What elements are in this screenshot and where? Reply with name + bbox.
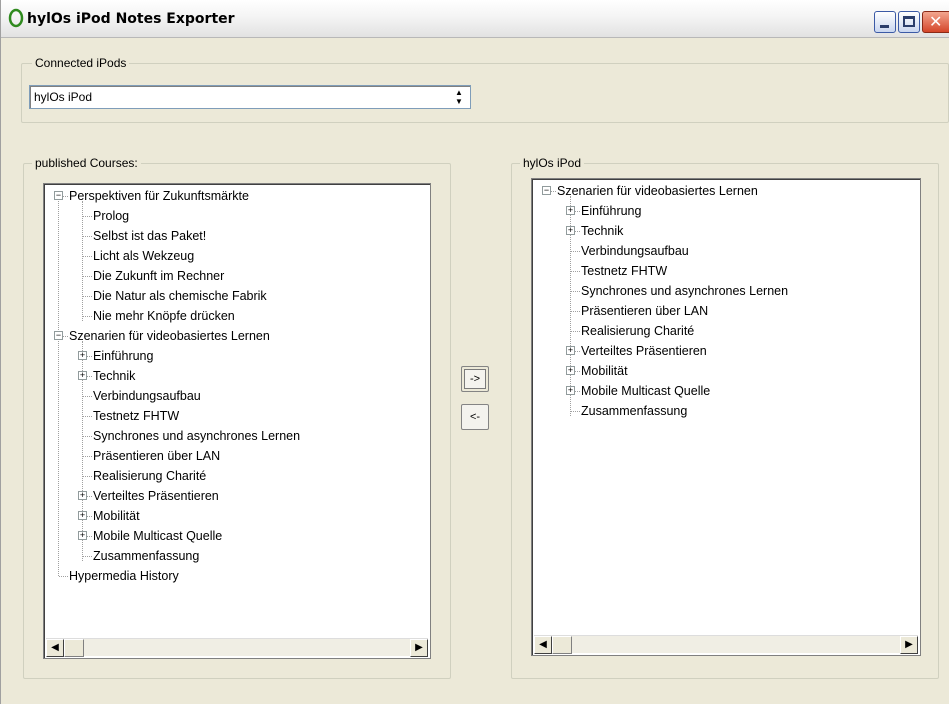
tree-connector [83, 316, 92, 317]
tree-connector [83, 436, 92, 437]
expand-plus-icon[interactable]: + [566, 386, 575, 395]
tree-node[interactable]: Prolog [93, 206, 129, 226]
ipod-content-tree[interactable]: ◀ ▶ − Szenarien für videobasiertes Lernen… [531, 178, 921, 656]
tree-node[interactable]: Perspektiven für Zukunftsmärkte [69, 186, 249, 206]
tree-node[interactable]: Zusammenfassung [93, 546, 199, 566]
tree-guide-line [82, 201, 83, 321]
hylos-logo-icon [8, 8, 24, 28]
scroll-left-icon[interactable]: ◀ [534, 636, 552, 654]
tree-connector [571, 271, 580, 272]
connected-ipods-legend: Connected iPods [32, 56, 130, 70]
tree-connector [83, 236, 92, 237]
title-bar[interactable]: hylOs iPod Notes Exporter ✕ [1, 0, 949, 38]
tree-node[interactable]: Mobile Multicast Quelle [581, 381, 710, 401]
tree-connector [83, 396, 92, 397]
tree-connector [83, 476, 92, 477]
tree-node[interactable]: Zusammenfassung [581, 401, 687, 421]
expand-plus-icon[interactable]: + [566, 346, 575, 355]
tree-node[interactable]: Einführung [93, 346, 153, 366]
collapse-minus-icon[interactable]: − [54, 191, 63, 200]
expand-plus-icon[interactable]: + [78, 351, 87, 360]
tree-connector [83, 256, 92, 257]
tree-node[interactable]: Verteiltes Präsentieren [93, 486, 219, 506]
tree-connector [571, 251, 580, 252]
tree-node[interactable]: Mobile Multicast Quelle [93, 526, 222, 546]
tree-node[interactable]: Testnetz FHTW [581, 261, 667, 281]
tree-connector [571, 411, 580, 412]
tree-node[interactable]: Verteiltes Präsentieren [581, 341, 707, 361]
tree-node[interactable]: Technik [581, 221, 623, 241]
scroll-right-icon[interactable]: ▶ [900, 636, 918, 654]
minimize-button[interactable] [874, 11, 896, 33]
expand-plus-icon[interactable]: + [566, 226, 575, 235]
tree-connector [83, 556, 92, 557]
scroll-thumb[interactable] [552, 636, 572, 654]
tree-node[interactable]: Präsentieren über LAN [93, 446, 220, 466]
expand-plus-icon[interactable]: + [78, 511, 87, 520]
published-courses-tree[interactable]: ◀ ▶ − Perspektiven für Zukunftsmärkte Prol… [43, 183, 431, 659]
tree-connector [59, 576, 68, 577]
tree-node[interactable]: Einführung [581, 201, 641, 221]
tree-connector [83, 216, 92, 217]
expand-plus-icon[interactable]: + [78, 531, 87, 540]
minimize-icon [880, 25, 889, 28]
tree-node[interactable]: Selbst ist das Paket! [93, 226, 206, 246]
tree-node[interactable]: Licht als Wekzeug [93, 246, 194, 266]
close-button[interactable]: ✕ [922, 11, 949, 33]
tree-node[interactable]: Die Zukunft im Rechner [93, 266, 224, 286]
close-icon: ✕ [929, 12, 943, 31]
spinner-arrows-icon[interactable]: ▲ ▼ [450, 88, 468, 106]
selected-device-text: hylOs iPod [34, 90, 93, 104]
scroll-left-icon[interactable]: ◀ [46, 639, 64, 657]
tree-node[interactable]: Mobilität [581, 361, 628, 381]
tree-connector [571, 311, 580, 312]
expand-plus-icon[interactable]: + [566, 366, 575, 375]
published-courses-legend: published Courses: [32, 156, 141, 170]
maximize-icon [903, 16, 915, 27]
tree-connector [83, 276, 92, 277]
tree-node[interactable]: Realisierung Charité [581, 321, 694, 341]
app-window: hylOs iPod Notes Exporter ✕ Connected iP… [0, 0, 949, 704]
published-tree-hscrollbar[interactable]: ◀ ▶ [46, 638, 428, 657]
tree-guide-line [58, 201, 59, 576]
tree-node[interactable]: Szenarien für videobasiertes Lernen [69, 326, 270, 346]
scroll-right-icon[interactable]: ▶ [410, 639, 428, 657]
expand-plus-icon[interactable]: + [566, 206, 575, 215]
tree-node[interactable]: Technik [93, 366, 135, 386]
tree-connector [571, 331, 580, 332]
tree-node[interactable]: Verbindungsaufbau [93, 386, 201, 406]
collapse-minus-icon[interactable]: − [54, 331, 63, 340]
tree-connector [83, 416, 92, 417]
tree-node[interactable]: Szenarien für videobasiertes Lernen [557, 181, 758, 201]
tree-node[interactable]: Hypermedia History [69, 566, 179, 586]
ipod-device-selector[interactable]: hylOs iPod ▲ ▼ [29, 85, 471, 109]
remove-from-ipod-button[interactable]: <- [461, 404, 489, 430]
tree-node[interactable]: Synchrones und asynchrones Lernen [93, 426, 300, 446]
tree-connector [571, 291, 580, 292]
tree-node[interactable]: Nie mehr Knöpfe drücken [93, 306, 235, 326]
expand-plus-icon[interactable]: + [78, 491, 87, 500]
maximize-button[interactable] [898, 11, 920, 33]
collapse-minus-icon[interactable]: − [542, 186, 551, 195]
ipod-tree-hscrollbar[interactable]: ◀ ▶ [534, 635, 918, 654]
expand-plus-icon[interactable]: + [78, 371, 87, 380]
tree-node[interactable]: Die Natur als chemische Fabrik [93, 286, 267, 306]
window-title: hylOs iPod Notes Exporter [27, 11, 235, 27]
tree-node[interactable]: Präsentieren über LAN [581, 301, 708, 321]
tree-node[interactable]: Verbindungsaufbau [581, 241, 689, 261]
tree-node[interactable]: Realisierung Charité [93, 466, 206, 486]
ipod-content-legend: hylOs iPod [520, 156, 585, 170]
tree-node[interactable]: Testnetz FHTW [93, 406, 179, 426]
scroll-thumb[interactable] [64, 639, 84, 657]
add-to-ipod-button[interactable]: -> [461, 366, 489, 392]
tree-connector [83, 456, 92, 457]
tree-connector [83, 296, 92, 297]
tree-node[interactable]: Mobilität [93, 506, 140, 526]
tree-node[interactable]: Synchrones und asynchrones Lernen [581, 281, 788, 301]
